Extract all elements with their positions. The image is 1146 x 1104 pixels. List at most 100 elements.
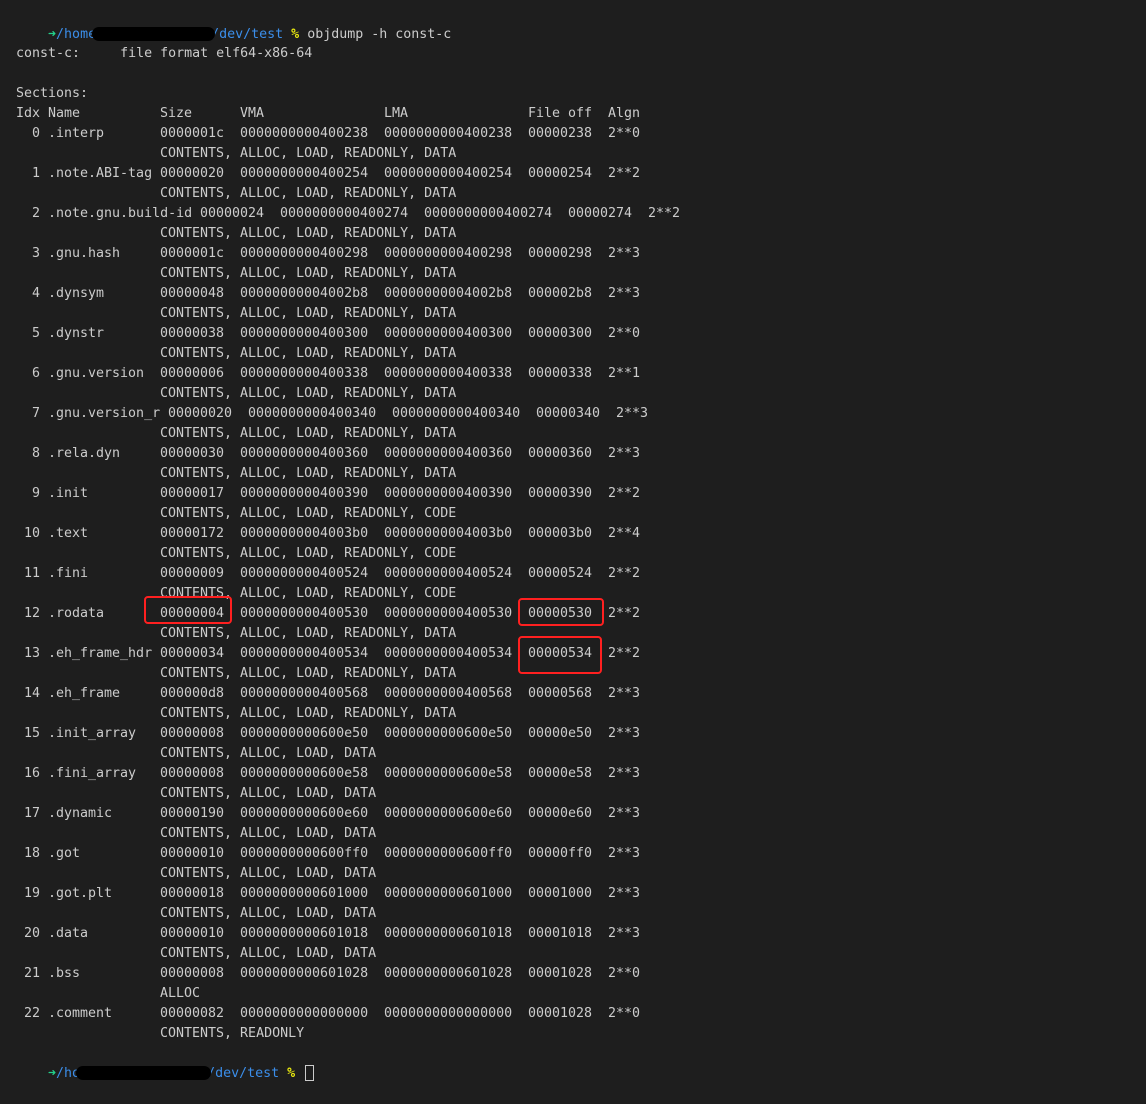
section-lma: 0000000000000000 bbox=[384, 1006, 513, 1021]
section-lma: 0000000000400238 bbox=[384, 126, 513, 141]
section-size: 00000009 bbox=[160, 566, 225, 581]
section-lma: 0000000000400360 bbox=[384, 446, 513, 461]
section-flags: CONTENTS, ALLOC, LOAD, READONLY, DATA bbox=[160, 626, 457, 641]
section-lma: 0000000000400300 bbox=[384, 326, 513, 341]
section-lma: 0000000000400340 bbox=[392, 406, 521, 421]
section-size: 000000d8 bbox=[160, 686, 225, 701]
section-size: 00000048 bbox=[160, 286, 225, 301]
section-vma: 0000000000400534 bbox=[240, 646, 369, 661]
section-name: .gnu.version_r bbox=[48, 406, 161, 421]
section-vma: 0000000000400274 bbox=[280, 206, 409, 221]
section-name: .eh_frame_hdr bbox=[48, 646, 153, 661]
section-size: 00000018 bbox=[160, 886, 225, 901]
section-vma: 0000000000400524 bbox=[240, 566, 369, 581]
section-lma: 0000000000600ff0 bbox=[384, 846, 513, 861]
section-flags: CONTENTS, ALLOC, LOAD, READONLY, DATA bbox=[160, 706, 457, 721]
section-size: 00000038 bbox=[160, 326, 225, 341]
section-vma: 0000000000601000 bbox=[240, 886, 369, 901]
header-vma: VMA bbox=[240, 106, 265, 121]
section-file-off: 00000254 bbox=[528, 166, 593, 181]
section-file-off: 000002b8 bbox=[528, 286, 593, 301]
section-lma: 0000000000601000 bbox=[384, 886, 513, 901]
highlight-rodata-size bbox=[144, 596, 232, 624]
section-idx: 5 bbox=[31, 326, 40, 341]
table-row: 14 .eh_frame 000000d8 0000000000400568 00000… bbox=[16, 684, 1116, 704]
section-algn: 2**3 bbox=[608, 806, 641, 821]
section-flags: ALLOC bbox=[160, 986, 201, 1001]
section-vma: 0000000000600e50 bbox=[240, 726, 369, 741]
section-size: 00000082 bbox=[160, 1006, 225, 1021]
section-idx: 19 bbox=[23, 886, 40, 901]
section-vma: 0000000000000000 bbox=[240, 1006, 369, 1021]
section-name: .got.plt bbox=[48, 886, 113, 901]
table-row: 9 .init 00000017 0000000000400390 0000000000… bbox=[16, 484, 1116, 504]
prompt-line-2: ➜/ho/dev/test % bbox=[16, 1043, 315, 1083]
section-file-off: 00000390 bbox=[528, 486, 593, 501]
table-row: 17 .dynamic 00000190 0000000000600e60 000000… bbox=[16, 804, 1116, 824]
section-name: .eh_frame bbox=[48, 686, 121, 701]
highlight-eh-frame-hdr-offset bbox=[518, 636, 602, 674]
section-file-off: 00001000 bbox=[528, 886, 593, 901]
section-flags: CONTENTS, ALLOC, LOAD, READONLY, DATA bbox=[160, 386, 457, 401]
section-algn: 2**3 bbox=[608, 286, 641, 301]
section-algn: 2**3 bbox=[608, 246, 641, 261]
section-lma: 0000000000400568 bbox=[384, 686, 513, 701]
header-idx: Idx bbox=[16, 106, 41, 121]
section-lma: 0000000000601018 bbox=[384, 926, 513, 941]
section-vma: 0000000000400568 bbox=[240, 686, 369, 701]
section-vma: 0000000000600e58 bbox=[240, 766, 369, 781]
section-name: .init bbox=[48, 486, 89, 501]
section-file-off: 000003b0 bbox=[528, 526, 593, 541]
section-name: .comment bbox=[48, 1006, 113, 1021]
section-vma: 0000000000400390 bbox=[240, 486, 369, 501]
table-row: 19 .got.plt 00000018 0000000000601000 000000… bbox=[16, 884, 1116, 904]
section-size: 00000008 bbox=[160, 726, 225, 741]
terminal[interactable]: ➜/home/dev/test % objdump -h const-c con… bbox=[0, 0, 1146, 1083]
section-size: 00000034 bbox=[160, 646, 225, 661]
table-row: 22 .comment 00000082 0000000000000000 000000… bbox=[16, 1004, 1116, 1024]
section-file-off: 00000298 bbox=[528, 246, 593, 261]
section-vma: 0000000000400340 bbox=[248, 406, 377, 421]
section-name: .note.gnu.build-id bbox=[48, 206, 193, 221]
section-lma: 00000000004003b0 bbox=[384, 526, 513, 541]
section-size: 00000017 bbox=[160, 486, 225, 501]
section-algn: 2**2 bbox=[608, 486, 641, 501]
section-lma: 0000000000400298 bbox=[384, 246, 513, 261]
section-idx: 2 bbox=[31, 206, 40, 221]
section-lma: 0000000000400534 bbox=[384, 646, 513, 661]
section-idx: 11 bbox=[23, 566, 40, 581]
section-name: .note.ABI-tag bbox=[48, 166, 153, 181]
section-file-off: 00001028 bbox=[528, 1006, 593, 1021]
section-name: .dynamic bbox=[48, 806, 113, 821]
section-algn: 2**0 bbox=[608, 1006, 641, 1021]
section-flags: CONTENTS, ALLOC, LOAD, DATA bbox=[160, 946, 377, 961]
section-file-off: 00000274 bbox=[568, 206, 633, 221]
section-lma: 0000000000400390 bbox=[384, 486, 513, 501]
section-vma: 0000000000400254 bbox=[240, 166, 369, 181]
section-vma: 0000000000400298 bbox=[240, 246, 369, 261]
section-idx: 13 bbox=[23, 646, 40, 661]
section-flags: CONTENTS, READONLY bbox=[160, 1026, 305, 1041]
section-vma: 0000000000600e60 bbox=[240, 806, 369, 821]
section-idx: 21 bbox=[23, 966, 40, 981]
section-algn: 2**3 bbox=[608, 926, 641, 941]
section-flags: CONTENTS, ALLOC, LOAD, READONLY, CODE bbox=[160, 506, 457, 521]
section-name: .rodata bbox=[48, 606, 105, 621]
section-algn: 2**2 bbox=[648, 206, 681, 221]
section-vma: 0000000000400238 bbox=[240, 126, 369, 141]
section-name: .fini_array bbox=[48, 766, 137, 781]
section-algn: 2**0 bbox=[608, 326, 641, 341]
section-algn: 2**3 bbox=[608, 846, 641, 861]
text-cursor[interactable] bbox=[305, 1065, 315, 1081]
section-algn: 2**0 bbox=[608, 966, 641, 981]
section-lma: 0000000000400524 bbox=[384, 566, 513, 581]
section-name: .gnu.version bbox=[48, 366, 145, 381]
section-flags: CONTENTS, ALLOC, LOAD, DATA bbox=[160, 786, 377, 801]
table-row: 21 .bss 00000008 0000000000601028 0000000000… bbox=[16, 964, 1116, 984]
section-file-off: 00000524 bbox=[528, 566, 593, 581]
section-file-off: 00000338 bbox=[528, 366, 593, 381]
section-flags: CONTENTS, ALLOC, LOAD, READONLY, DATA bbox=[160, 426, 457, 441]
section-size: 00000020 bbox=[160, 166, 225, 181]
section-idx: 7 bbox=[31, 406, 40, 421]
section-file-off: 00000e60 bbox=[528, 806, 593, 821]
